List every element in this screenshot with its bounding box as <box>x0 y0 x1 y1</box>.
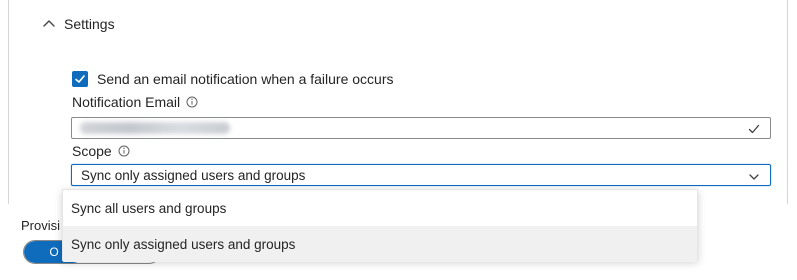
notification-email-label-row: Notification Email <box>72 94 198 110</box>
chevron-up-icon <box>43 20 55 27</box>
settings-title: Settings <box>64 16 115 32</box>
notification-email-input[interactable] <box>71 117 771 139</box>
notification-email-label: Notification Email <box>72 94 181 110</box>
scope-option-assigned[interactable]: Sync only assigned users and groups <box>63 226 697 262</box>
scope-label: Scope <box>72 143 112 159</box>
scope-option-all[interactable]: Sync all users and groups <box>63 190 697 226</box>
info-icon[interactable] <box>118 145 130 157</box>
scope-selected-value: Sync only assigned users and groups <box>81 168 306 183</box>
checkmark-icon <box>75 75 85 83</box>
email-notification-checkbox[interactable] <box>72 71 88 87</box>
chevron-down-icon <box>749 174 759 180</box>
settings-panel: Settings Send an email notification when… <box>8 0 788 204</box>
checkmark-icon <box>748 124 760 134</box>
email-notification-label: Send an email notification when a failur… <box>97 71 394 87</box>
settings-section-header[interactable]: Settings <box>42 16 115 32</box>
email-notification-checkbox-row[interactable]: Send an email notification when a failur… <box>72 71 394 87</box>
scope-select[interactable]: Sync only assigned users and groups <box>71 164 771 186</box>
redacted-email-value <box>80 122 230 134</box>
scope-label-row: Scope <box>72 143 130 159</box>
provisioning-status-label: Provisi <box>21 218 61 233</box>
info-icon[interactable] <box>186 96 198 108</box>
scope-dropdown-list: Sync all users and groups Sync only assi… <box>62 189 698 262</box>
